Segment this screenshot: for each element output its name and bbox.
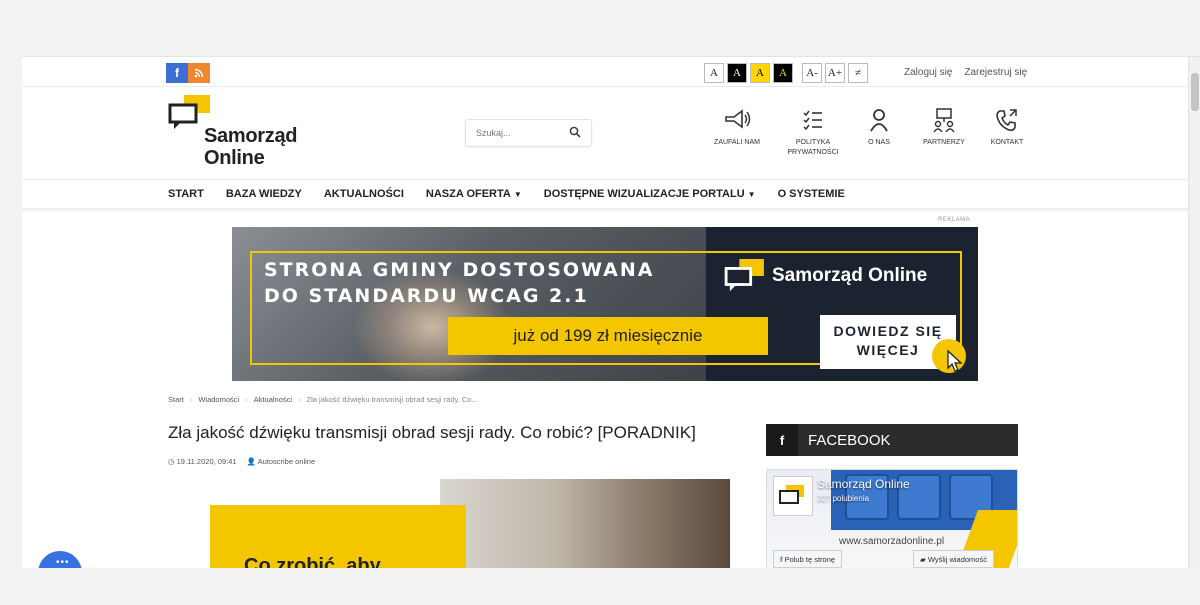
contrast-yellow-button[interactable]: A <box>750 63 770 83</box>
rss-icon[interactable] <box>188 63 210 83</box>
accessibility-controls: A A A A A- A+ ≠ <box>704 63 868 83</box>
nav-item-start[interactable]: START <box>168 188 204 200</box>
author-icon: 👤 <box>246 457 258 466</box>
breadcrumb-current: Zła jakość dźwięku transmisji obrad sesj… <box>306 395 478 404</box>
logo-text[interactable]: Samorząd Online <box>204 125 297 169</box>
facebook-icon: f <box>766 424 798 456</box>
article-title: Zła jakość dźwięku transmisji obrad sesj… <box>168 423 696 442</box>
contrast-black-yellow-button[interactable]: A <box>773 63 793 83</box>
nav-item-aktualnosci[interactable]: AKTUALNOŚCI <box>324 188 404 200</box>
facebook-page-avatar <box>773 476 813 516</box>
chat-dots-icon: ••• <box>56 557 70 568</box>
megaphone-icon <box>725 109 751 129</box>
utility-bar: f A A A A A- A+ ≠ Zaloguj się Zarejestru… <box>22 57 1188 87</box>
checklist-icon <box>803 110 822 131</box>
partners-icon <box>933 108 955 133</box>
banner-brand: Samorząd Online <box>772 265 928 286</box>
header-nav-label: KONTAKT <box>990 139 1024 146</box>
banner-price: już od 199 zł miesięcznie <box>448 317 768 355</box>
search-box <box>465 119 592 147</box>
article-date: ◷ 19.11.2020, 09:41 <box>168 457 237 466</box>
header-nav-label: PARTNERZY <box>923 139 965 146</box>
nav-item-label: NASZA OFERTA <box>425 188 511 200</box>
facebook-message-button[interactable]: ▰ Wyślij wiadomość <box>913 550 994 568</box>
login-link[interactable]: Zaloguj się <box>904 67 952 78</box>
breadcrumb-wiadomosci[interactable]: Wiadomości <box>198 395 239 404</box>
article-meta: ◷ 19.11.2020, 09:41 👤 Autoscribe online <box>168 457 315 466</box>
nav-item-wizualizacje[interactable]: DOSTĘPNE WIZUALIZACJE PORTALU ▼ <box>544 188 756 200</box>
facebook-like-count: 327 polubienia <box>817 494 870 503</box>
nav-item-label: DOSTĘPNE WIZUALIZACJE PORTALU <box>543 188 745 200</box>
facebook-page-url: www.samorzadonline.pl <box>839 536 945 547</box>
banner-logo-icon <box>724 259 764 292</box>
facebook-icon[interactable]: f <box>166 63 188 83</box>
scrollbar[interactable] <box>1188 57 1200 568</box>
font-increase-button[interactable]: A+ <box>825 63 845 83</box>
magnifier-icon <box>569 126 581 138</box>
facebook-widget-title: FACEBOOK <box>808 432 891 449</box>
header-nav-label: O NAS <box>868 139 890 146</box>
user-icon <box>870 109 888 132</box>
article-image: Co zrobić, aby <box>210 479 730 568</box>
breadcrumb-separator: › <box>189 395 193 404</box>
facebook-like-button[interactable]: f Polub tę stronę <box>773 550 843 568</box>
ad-banner[interactable]: STRONA GMINY DOSTOSOWANA DO STANDARDU WC… <box>232 227 978 381</box>
facebook-page-plugin[interactable]: Samorząd Online 327 polubienia www.samor… <box>766 469 1018 568</box>
facebook-page-name[interactable]: Samorząd Online <box>817 477 910 491</box>
ad-label: REKLAMA <box>938 217 971 223</box>
header-nav-partnerzy[interactable]: PARTNERZY <box>909 107 979 148</box>
search-input[interactable] <box>476 128 556 138</box>
font-decrease-button[interactable]: A- <box>802 63 822 83</box>
font-reset-button[interactable]: ≠ <box>848 63 868 83</box>
breadcrumb-separator: › <box>298 395 301 404</box>
breadcrumb-start[interactable]: Start <box>168 395 184 404</box>
logo-icon <box>779 485 804 504</box>
article-image-text: Co zrobić, aby <box>244 555 381 568</box>
article-author[interactable]: 👤 Autoscribe online <box>247 457 316 466</box>
register-link[interactable]: Zarejestruj się <box>964 67 1027 78</box>
header-nav-zaufali-nam[interactable]: ZAUFALI NAM <box>702 107 772 148</box>
header-nav-polityka[interactable]: POLITYKA PRYWATNOŚCI <box>778 107 848 158</box>
header-nav-o-nas[interactable]: O NAS <box>844 107 914 148</box>
messenger-icon: ▰ <box>920 555 928 564</box>
search-icon[interactable] <box>569 125 581 141</box>
rss-glyph-icon <box>194 68 204 78</box>
caret-down-icon: ▼ <box>513 190 522 199</box>
breadcrumb-separator: › <box>245 395 248 404</box>
logo-line-2: Online <box>204 147 265 169</box>
browser-viewport: f A A A A A- A+ ≠ Zaloguj się Zarejestru… <box>22 56 1200 568</box>
nav-item-o-systemie[interactable]: O SYSTEMIE <box>778 188 845 200</box>
header-nav-label: POLITYKA PRYWATNOŚCI <box>787 139 839 156</box>
phone-icon <box>996 109 1017 131</box>
nav-item-nasza-oferta[interactable]: NASZA OFERTA ▼ <box>426 188 522 200</box>
contrast-black-button[interactable]: A <box>727 63 747 83</box>
logo-line-1: Samorząd <box>204 125 298 147</box>
scrollbar-thumb[interactable] <box>1191 73 1199 111</box>
pointer-icon <box>947 349 963 372</box>
nav-item-baza-wiedzy[interactable]: BAZA WIEDZY <box>226 188 302 200</box>
chat-widget-button[interactable]: ••• <box>38 551 82 568</box>
header-nav-kontakt[interactable]: KONTAKT <box>972 107 1042 148</box>
breadcrumb: Start › Wiadomości › Aktualności › Zła j… <box>168 395 478 404</box>
facebook-widget-header: f FACEBOOK <box>766 424 1018 456</box>
clock-icon: ◷ <box>168 457 177 466</box>
banner-headline: STRONA GMINY DOSTOSOWANA DO STANDARDU WC… <box>264 259 655 307</box>
main-navigation: START BAZA WIEDZY AKTUALNOŚCI NASZA OFER… <box>22 179 1188 209</box>
header-nav-label: ZAUFALI NAM <box>714 139 760 146</box>
contrast-default-button[interactable]: A <box>704 63 724 83</box>
breadcrumb-aktualnosci[interactable]: Aktualności <box>254 395 292 404</box>
caret-down-icon: ▼ <box>747 190 756 199</box>
